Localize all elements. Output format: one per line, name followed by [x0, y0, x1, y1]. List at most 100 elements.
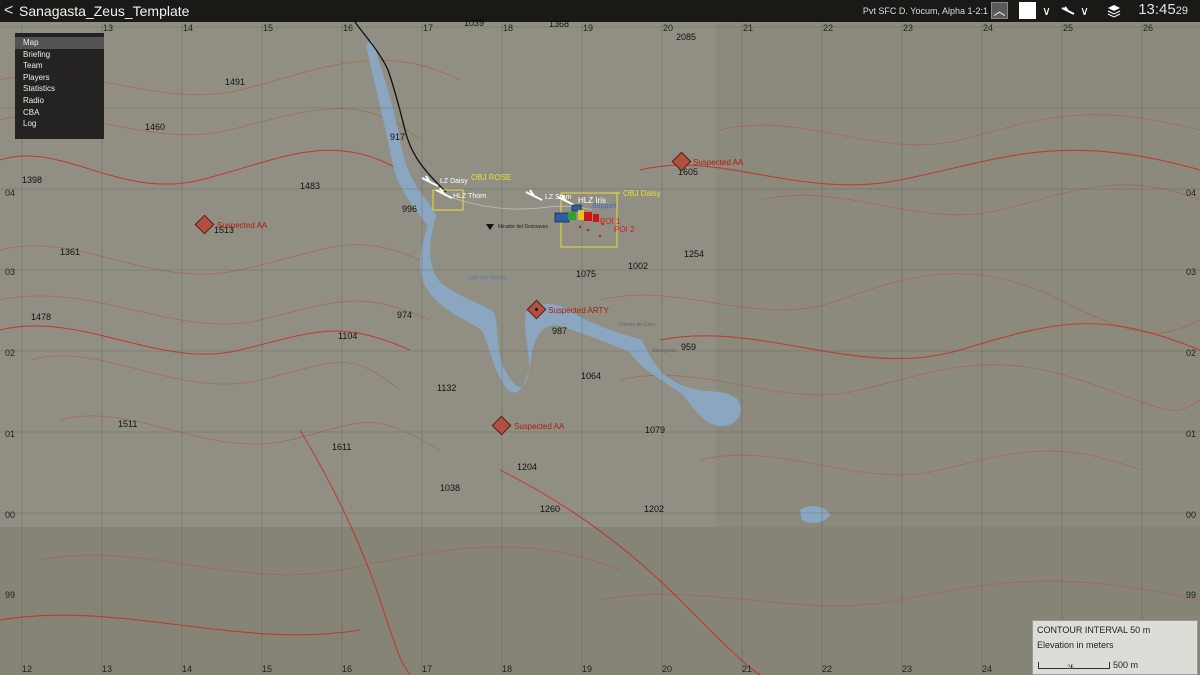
elevation-label: 1511 [118, 419, 137, 429]
scale-bar-distance: 500 m [1113, 660, 1139, 670]
grid-label-left: 02 [5, 348, 15, 358]
grid-label-bottom: 15 [262, 664, 272, 674]
zoom-up-icon[interactable]: ︿ [991, 2, 1008, 19]
grid-label-bottom: 13 [102, 664, 112, 674]
grid-label-left: 99 [5, 590, 15, 600]
grid-label-top: 21 [743, 23, 753, 33]
helo-label-hlz-thorn: HLZ Thorn [453, 193, 486, 200]
grid-label-top: 19 [583, 23, 593, 33]
chevron-down-icon[interactable]: ∨ [1038, 2, 1055, 19]
grid-label-bottom: 16 [342, 664, 352, 674]
menu-item-radio[interactable]: Radio [15, 95, 104, 107]
grid-label-top: 16 [343, 23, 353, 33]
grid-label-top: 26 [1143, 23, 1153, 33]
clock-seconds: 29 [1175, 5, 1188, 17]
grid-label-bottom: 14 [182, 664, 192, 674]
grid-label-top: 22 [823, 23, 833, 33]
menu-item-statistics[interactable]: Statistics [15, 83, 104, 95]
clock-time: 13:45 [1138, 1, 1176, 18]
elevation-label: 1483 [300, 181, 320, 191]
grid-label-left: 01 [5, 429, 15, 439]
poi-label-2: POI 2 [614, 225, 635, 234]
menu-item-map[interactable]: Map [15, 37, 104, 49]
back-arrow-icon[interactable]: < [4, 2, 13, 20]
place-label-sanagasta: Sanagasta [652, 348, 676, 354]
scale-bar [1038, 662, 1110, 669]
grid-label-top: 13 [103, 23, 113, 33]
elevation-label: 1064 [581, 371, 601, 381]
place-label-mirador: Mirador del Dvorsuvez [498, 224, 549, 230]
grid-label-top: 15 [263, 23, 273, 33]
grid-label-right: 99 [1186, 590, 1196, 600]
grid-label-right: 01 [1186, 429, 1196, 439]
marker-color-swatch[interactable] [1019, 2, 1036, 19]
elevation-label: 1361 [60, 247, 80, 257]
grid-label-bottom: 22 [822, 664, 832, 674]
grid-label-bottom: 24 [982, 664, 992, 674]
grid-label-right: 03 [1186, 267, 1196, 277]
clock: 13:4529 [1138, 1, 1188, 18]
grid-label-left: 00 [5, 510, 15, 520]
grid-label-top: 25 [1063, 23, 1073, 33]
grid-label-bottom: 21 [742, 664, 752, 674]
threat-marker-arty-label: Suspected ARTY [548, 306, 609, 315]
grid-label-top: 20 [663, 23, 673, 33]
menu-item-briefing[interactable]: Briefing [15, 49, 104, 61]
elevation-label: 1202 [644, 504, 664, 514]
grid-label-right: 02 [1186, 348, 1196, 358]
elevation-label: 1075 [576, 269, 596, 279]
elevation-label: 1611 [332, 442, 351, 452]
menu-item-log[interactable]: Log [15, 118, 104, 130]
contour-interval-label: CONTOUR INTERVAL 50 m [1037, 625, 1151, 635]
elevation-label: 987 [552, 326, 567, 336]
player-info: Pvt SFC D. Yocum, Alpha 1-2:1 [862, 6, 988, 16]
elevation-label: 1260 [540, 504, 560, 514]
threat-marker-aa-northeast-label: Suspected AA [693, 158, 744, 167]
elevation-label: 1204 [517, 462, 537, 472]
menu-item-players[interactable]: Players [15, 72, 104, 84]
grid-label-top: 23 [903, 23, 913, 33]
elevation-note: Elevation in meters [1037, 640, 1114, 650]
elevation-label: 1478 [31, 312, 51, 322]
elevation-label: 1398 [22, 175, 42, 185]
elevation-label: 1460 [145, 122, 165, 132]
grid-label-bottom: 18 [502, 664, 512, 674]
threat-marker-aa-west-label: Suspected AA [217, 221, 268, 230]
menu-item-team[interactable]: Team [15, 60, 104, 72]
elevation-label: 1038 [440, 483, 460, 493]
chevron-down-icon[interactable]: ∨ [1076, 2, 1093, 19]
place-label-campo: Campo de Cava [619, 322, 655, 328]
elevation-label: 1254 [684, 249, 704, 259]
layers-icon[interactable] [1105, 2, 1122, 19]
grid-label-bottom: 19 [582, 664, 592, 674]
menu-item-cba[interactable]: CBA [15, 107, 104, 119]
objective-label-daisy: OBJ Daisy [623, 189, 661, 198]
helo-label-lz-daisy: LZ Daisy [440, 178, 468, 185]
place-label-lago: Lago Los Sauces [468, 275, 507, 281]
helicopter-marker-icon[interactable] [1059, 2, 1076, 19]
grid-label-left: 03 [5, 267, 15, 277]
grid-label-right: 00 [1186, 510, 1196, 520]
grid-label-right: 04 [1186, 188, 1196, 198]
grid-label-top: 24 [983, 23, 993, 33]
map-menu: Map Briefing Team Players Statistics Rad… [15, 33, 104, 139]
grid-label-top: 18 [503, 23, 513, 33]
elevation-label: 917 [390, 132, 405, 142]
elevation-label: 959 [681, 342, 696, 352]
grid-label-left: 04 [5, 188, 15, 198]
elevation-label: 1491 [225, 77, 245, 87]
elevation-label: 1002 [628, 261, 648, 271]
elevation-label: 1079 [645, 425, 665, 435]
grid-label-bottom: 20 [662, 664, 672, 674]
grid-label-bottom: 12 [22, 664, 32, 674]
grid-label-bottom: 17 [422, 664, 432, 674]
elevation-label: 974 [397, 310, 412, 320]
elevation-label: 996 [402, 204, 417, 214]
elevation-label: 1104 [338, 331, 357, 341]
grid-label-top: 14 [183, 23, 193, 33]
scale-bar-mid-label: 25 [1067, 665, 1074, 671]
threat-marker-aa-south-label: Suspected AA [514, 422, 565, 431]
poi-label-support: Support [592, 203, 617, 210]
terrain-map[interactable]: 13 14 15 16 17 18 19 20 21 22 23 24 25 26 12 13 14 15 16 17… [0, 0, 1200, 675]
map-legend: CONTOUR INTERVAL 50 m Elevation in meter… [1032, 620, 1198, 675]
